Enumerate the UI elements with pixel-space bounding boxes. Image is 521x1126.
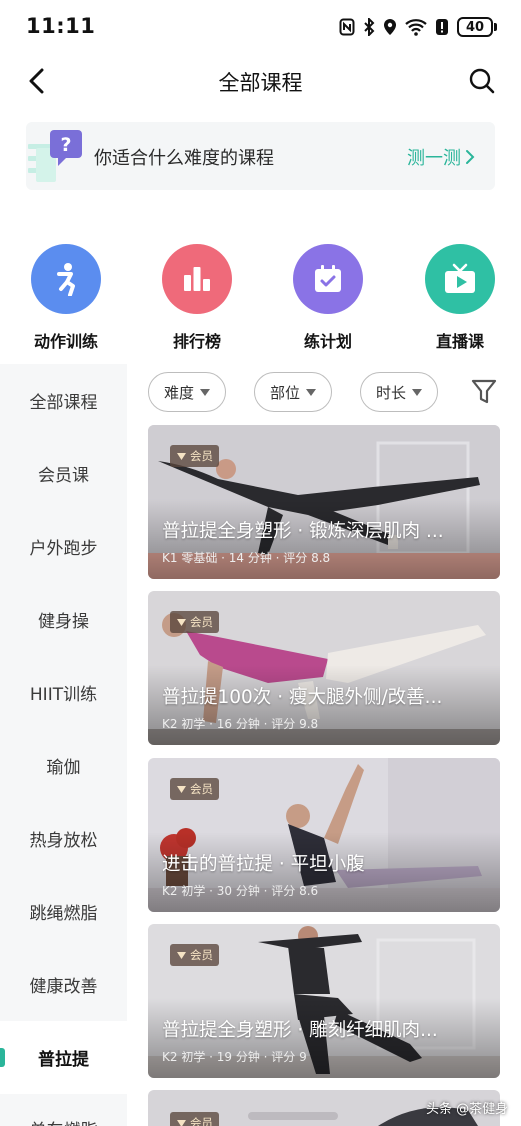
course-card[interactable]: 会员 普拉提全身塑形 · 锻炼深层肌肉 ... K1 零基础 · 14 分钟 ·… (148, 425, 500, 579)
question-chat-icon: ? (28, 130, 82, 182)
status-time: 11:11 (26, 14, 96, 38)
tv-live-icon (445, 263, 475, 293)
alert-icon (436, 19, 448, 35)
badge-label: 会员 (190, 948, 213, 962)
shortcut-label: 练计划 (303, 332, 352, 351)
shortcut-label: 排行榜 (172, 332, 221, 351)
course-meta: K2 初学 · 16 分钟 · 评分 9.8 (162, 717, 319, 731)
sidebar-item-yoga[interactable]: 瑜伽 (0, 729, 127, 802)
caret-down-icon (412, 388, 422, 396)
filter-label: 时长 (375, 383, 406, 402)
top-bar: 全部课程 (0, 58, 521, 104)
bar-chart-icon (184, 267, 210, 291)
sidebar-item-all-courses[interactable]: 全部课程 (0, 364, 127, 437)
battery-level: 40 (457, 17, 493, 37)
funnel-filter-icon[interactable] (471, 378, 497, 406)
course-card[interactable]: 会员 普拉提100次 · 瘦大腿外侧/改善... K2 初学 · 16 分钟 ·… (148, 591, 500, 745)
chevron-right-icon (466, 150, 475, 164)
sidebar-item-pilates[interactable]: 普拉提 (0, 1021, 127, 1094)
location-icon (384, 19, 396, 35)
sidebar-item-cycling[interactable]: 单车燃脂 (0, 1094, 127, 1126)
category-sidebar: 全部课程 会员课 户外跑步 健身操 HIIT训练 瑜伽 热身放松 跳绳燃脂 健康… (0, 364, 127, 1126)
search-button[interactable] (465, 64, 499, 98)
sidebar-item-warmup[interactable]: 热身放松 (0, 802, 127, 875)
sidebar-item-outdoor-run[interactable]: 户外跑步 (0, 510, 127, 583)
course-title: 普拉提全身塑形 · 雕刻纤细肌肉... (162, 1020, 438, 1041)
course-card[interactable]: 会员 进击的普拉提 · 平坦小腹 K2 初学 · 30 分钟 · 评分 8.6 (148, 758, 500, 912)
heart-icon (177, 453, 186, 460)
course-meta: K2 初学 · 19 分钟 · 评分 9 (162, 1050, 307, 1064)
filter-difficulty[interactable]: 难度 (148, 372, 226, 412)
shortcut-circle (293, 244, 363, 314)
badge-label: 会员 (190, 615, 213, 629)
course-meta: K1 零基础 · 14 分钟 · 评分 8.8 (162, 551, 331, 565)
member-badge: 会员 (170, 778, 219, 800)
category-shortcuts: 动作训练 排行榜 练计划 直播课 (0, 244, 521, 354)
course-title: 普拉提100次 · 瘦大腿外侧/改善... (162, 687, 443, 708)
caret-down-icon (200, 388, 210, 396)
shortcut-circle (31, 244, 101, 314)
filter-label: 部位 (269, 383, 300, 402)
shortcut-label: 动作训练 (33, 332, 98, 351)
page-title: 全部课程 (218, 71, 303, 95)
wifi-icon (405, 19, 427, 36)
difficulty-quiz-banner[interactable]: ? 你适合什么难度的课程 测一测 (26, 122, 495, 190)
course-title: 普拉提全身塑形 · 锻炼深层肌肉 ... (162, 521, 444, 542)
heart-icon (177, 619, 186, 626)
active-indicator (0, 1048, 5, 1067)
shortcut-training-plan[interactable]: 练计划 (273, 244, 383, 352)
status-bar: 11:11 40 (0, 0, 521, 60)
badge-label: 会员 (190, 782, 213, 796)
shortcut-action-training[interactable]: 动作训练 (11, 244, 121, 352)
course-meta: K2 初学 · 30 分钟 · 评分 8.6 (162, 884, 319, 898)
shortcut-circle (425, 244, 495, 314)
heart-icon (177, 1120, 186, 1126)
sidebar-item-health[interactable]: 健康改善 (0, 948, 127, 1021)
badge-label: 会员 (190, 449, 213, 463)
heart-icon (177, 952, 186, 959)
filter-body-part[interactable]: 部位 (254, 372, 332, 412)
battery-indicator: 40 (457, 17, 497, 37)
quiz-link[interactable]: 测一测 (407, 144, 461, 170)
bluetooth-icon (364, 18, 375, 36)
shortcut-circle (162, 244, 232, 314)
sidebar-item-label: 普拉提 (38, 1050, 89, 1070)
sidebar-item-jump-rope[interactable]: 跳绳燃脂 (0, 875, 127, 948)
member-badge: 会员 (170, 944, 219, 966)
quiz-prompt: 你适合什么难度的课程 (94, 148, 274, 169)
badge-label: 会员 (190, 1116, 213, 1126)
running-figure-icon (57, 263, 75, 296)
shortcut-leaderboard[interactable]: 排行榜 (142, 244, 252, 352)
filter-label: 难度 (163, 383, 194, 402)
member-badge: 会员 (170, 611, 219, 633)
member-badge: 会员 (170, 445, 219, 467)
caret-down-icon (306, 388, 316, 396)
watermark: 头条 @茶健身 (426, 1102, 509, 1117)
svg-text:?: ? (60, 134, 71, 156)
sidebar-item-hiit[interactable]: HIIT训练 (0, 656, 127, 729)
calendar-check-icon (315, 265, 341, 292)
course-card[interactable]: 会员 普拉提全身塑形 · 雕刻纤细肌肉... K2 初学 · 19 分钟 · 评… (148, 924, 500, 1078)
status-icons: 40 (339, 17, 497, 37)
course-title: 进击的普拉提 · 平坦小腹 (162, 854, 365, 875)
shortcut-label: 直播课 (435, 332, 484, 351)
search-icon (469, 68, 495, 94)
shortcut-live-class[interactable]: 直播课 (405, 244, 515, 352)
filter-duration[interactable]: 时长 (360, 372, 438, 412)
nfc-icon (339, 18, 355, 36)
heart-icon (177, 786, 186, 793)
member-badge: 会员 (170, 1112, 219, 1126)
sidebar-item-member[interactable]: 会员课 (0, 437, 127, 510)
sidebar-item-aerobics[interactable]: 健身操 (0, 583, 127, 656)
